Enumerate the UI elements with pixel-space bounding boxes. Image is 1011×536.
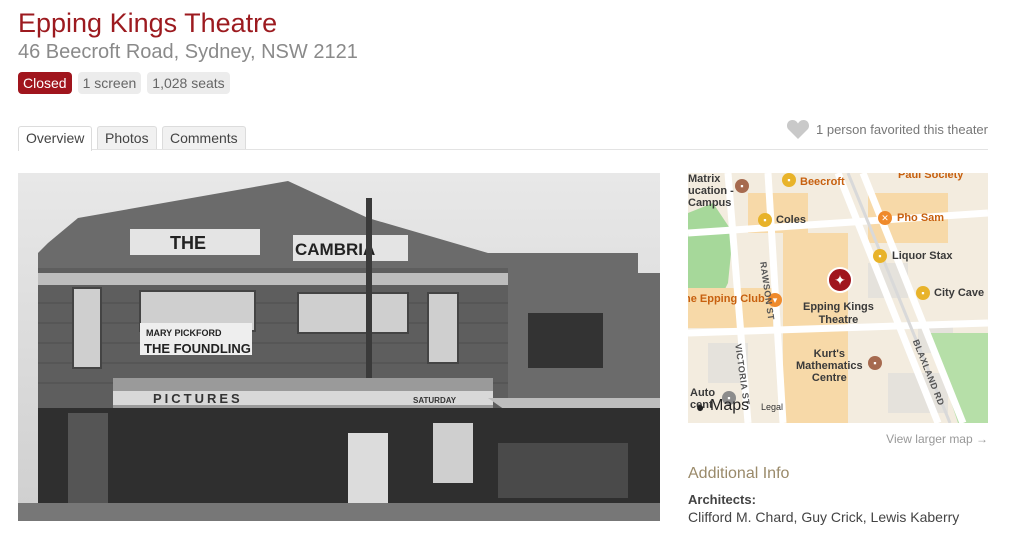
map-label-epping-club: he Epping Club (688, 293, 765, 305)
map-label-kurts: Kurt's Mathematics Centre (796, 348, 863, 384)
maps-logo: Maps (710, 397, 750, 414)
map-label-pho-sam: Pho Sam (897, 212, 945, 224)
coles-pin-icon[interactable]: ▪ (758, 213, 772, 227)
sign-mary-pickford: MARY PICKFORD (146, 328, 222, 338)
restaurant-pin-icon[interactable]: ✕ (878, 211, 892, 225)
status-badge: Closed (18, 72, 72, 94)
theater-photo[interactable]: THE CAMBRIA MARY PICKFORD THE FOUNDLING … (18, 173, 660, 521)
liquor-pin-icon[interactable]: ▪ (873, 249, 887, 263)
map-legal-link[interactable]: Legal (761, 402, 783, 412)
tab-overview[interactable]: Overview (18, 126, 93, 151)
theater-location-pin-icon[interactable]: ✦ (827, 267, 853, 293)
favorites: 1 person favorited this theater (786, 118, 988, 140)
additional-info-heading: Additional Info (688, 465, 790, 482)
map-label-beecroft: Beecroft (800, 176, 845, 188)
architects-label: Architects: (688, 492, 756, 507)
apple-logo-icon: ● (696, 399, 705, 415)
architects-value: Clifford M. Chard, Guy Crick, Lewis Kabe… (688, 509, 960, 525)
city-cave-pin-icon[interactable]: ▪ (916, 286, 930, 300)
education-pin-icon[interactable]: ▪ (868, 356, 882, 370)
school-pin-icon[interactable]: ▪ (735, 179, 749, 193)
shop-pin-icon[interactable]: ▪ (782, 173, 796, 187)
theater-address: 46 Beecroft Road, Sydney, NSW 2121 (18, 41, 358, 63)
sign-saturday: SATURDAY (413, 396, 457, 405)
map-label-liquor-stax: Liquor Stax (892, 250, 953, 262)
sign-the: THE (170, 233, 206, 253)
sign-cambria: CAMBRIA (295, 240, 375, 259)
tab-comments[interactable]: Comments (162, 126, 246, 149)
favorites-text: 1 person favorited this theater (816, 121, 988, 137)
screens-badge: 1 screen (77, 72, 142, 94)
sign-the-foundling: THE FOUNDLING (144, 341, 251, 356)
map-label-city-cave: City Cave (934, 287, 985, 299)
tab-photos[interactable]: Photos (97, 126, 157, 149)
map-label-matrix: Matrix ucation - Campus (688, 173, 734, 209)
heart-icon[interactable] (786, 118, 810, 140)
seats-badge: 1,028 seats (147, 72, 230, 94)
sign-pictures: PICTURES (153, 391, 243, 406)
view-larger-map-link[interactable]: View larger map → (886, 432, 988, 446)
page-title: Epping Kings Theatre (18, 8, 278, 38)
location-map[interactable]: ▪ Matrix ucation - Campus ▪ Beecroft Pau… (688, 173, 988, 423)
map-label-epping-kings: Epping Kings Theatre (803, 301, 874, 326)
map-label-coles: Coles (776, 214, 806, 226)
badge-row: Closed 1 screen 1,028 seats (18, 72, 230, 94)
map-label-paul: Paul Society (898, 173, 964, 181)
